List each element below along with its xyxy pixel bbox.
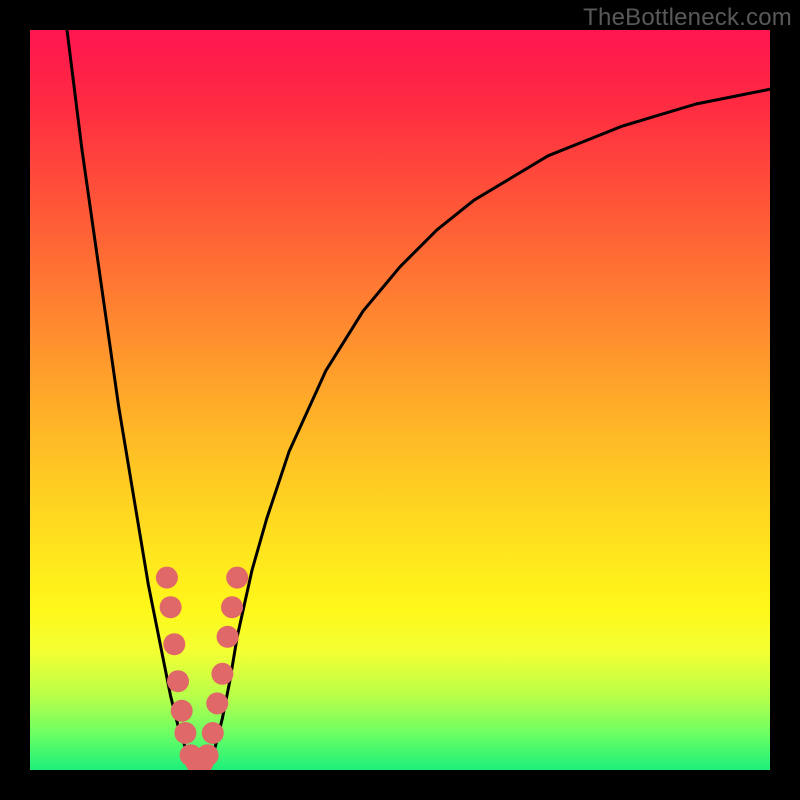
- gradient-background: [30, 30, 770, 770]
- marker-dot: [197, 744, 219, 766]
- marker-dot: [221, 596, 243, 618]
- marker-dot: [202, 722, 224, 744]
- marker-dot: [217, 626, 239, 648]
- marker-dot: [160, 596, 182, 618]
- marker-dot: [156, 567, 178, 589]
- chart-frame: TheBottleneck.com: [0, 0, 800, 800]
- marker-dot: [167, 670, 189, 692]
- watermark-text: TheBottleneck.com: [583, 4, 792, 32]
- marker-dot: [211, 663, 233, 685]
- marker-dot: [226, 567, 248, 589]
- marker-dot: [171, 700, 193, 722]
- marker-dot: [174, 722, 196, 744]
- marker-dot: [163, 633, 185, 655]
- marker-dot: [206, 692, 228, 714]
- bottleneck-chart: [30, 30, 770, 770]
